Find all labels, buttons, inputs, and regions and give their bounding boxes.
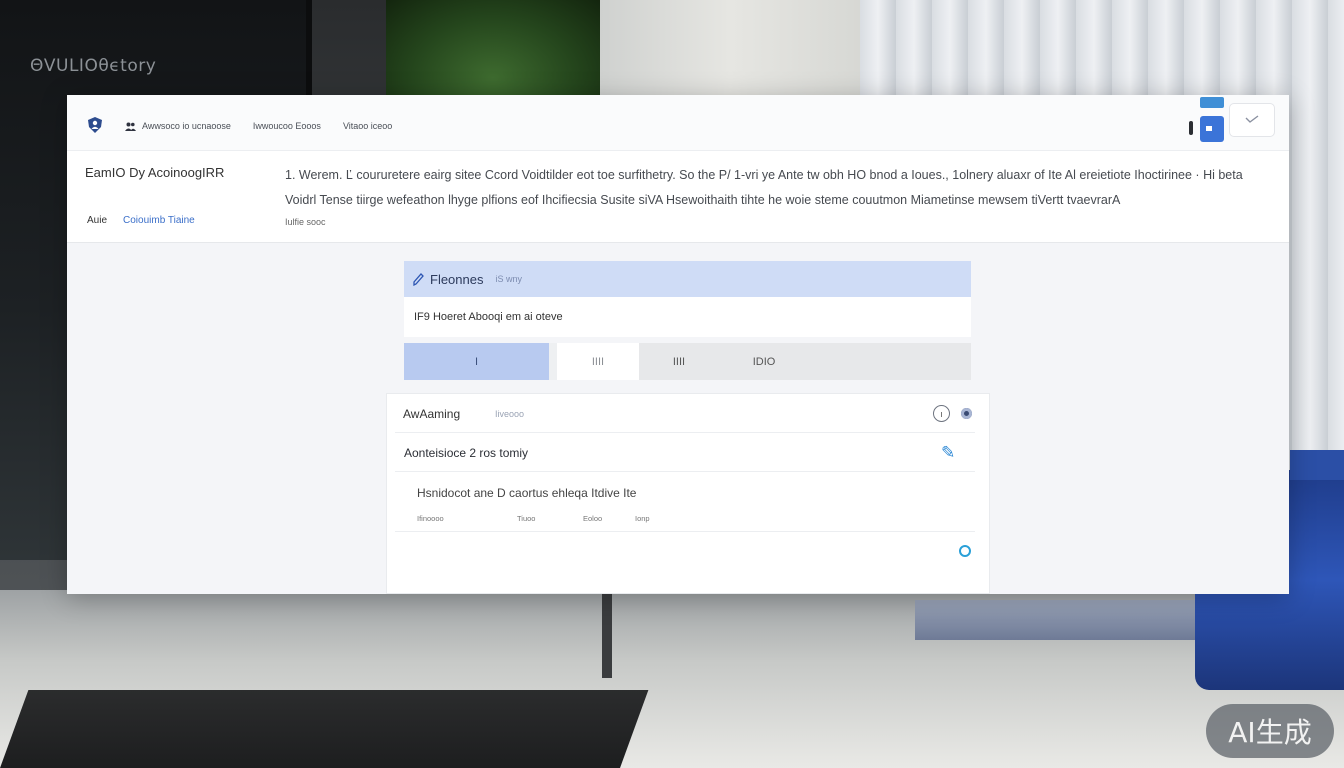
nav-item-events[interactable]: Iwwoucoo Eooos bbox=[253, 121, 321, 131]
info-bar: EamΙΟ Dy AcoinoogIRR Auie Coiouimb Tiain… bbox=[67, 151, 1289, 243]
shield-person-icon[interactable] bbox=[88, 117, 102, 133]
chevron-icon bbox=[1245, 115, 1259, 123]
list-item-subtitle: Iiveooo bbox=[495, 409, 525, 419]
description-footer: Iulfie sooc bbox=[285, 217, 326, 227]
search-tabs: Ι ΙΙΙΙ ΙΙΙΙ IDIO bbox=[404, 343, 971, 380]
search-input[interactable] bbox=[404, 297, 971, 337]
list-item[interactable]: Hsnidocot ane D caortus ehleqa Itdive It… bbox=[395, 472, 975, 532]
user-menu-button[interactable] bbox=[1229, 103, 1275, 137]
app-window: Awwsoco io ucnaoose Iwwoucoo Eooos Vitao… bbox=[67, 95, 1289, 594]
background-label: ΘVULΙΟθϵtory bbox=[30, 56, 157, 76]
nav-item-label: Awwsoco io ucnaoose bbox=[142, 121, 231, 131]
tab-2[interactable]: ΙΙΙΙ bbox=[557, 343, 639, 380]
search-panel-subtitle: iS wny bbox=[495, 274, 522, 284]
notification-badge[interactable] bbox=[1200, 97, 1224, 108]
radio-dot-icon[interactable] bbox=[961, 408, 972, 419]
chat-icon[interactable] bbox=[1200, 116, 1224, 142]
list-column-label: Eoloo bbox=[583, 514, 603, 523]
top-bar: Awwsoco io ucnaoose Iwwoucoo Eooos Vitao… bbox=[67, 95, 1289, 151]
clock-icon[interactable]: ı bbox=[933, 405, 950, 422]
nav-item-people[interactable]: Awwsoco io ucnaoose bbox=[125, 121, 231, 131]
search-panel: Fleonnes iS wny Ι ΙΙΙΙ ΙΙΙΙ IDIO bbox=[404, 261, 971, 380]
tab-spacer bbox=[549, 343, 557, 380]
pen-icon[interactable]: ✎ bbox=[941, 443, 955, 463]
tab-1[interactable]: Ι bbox=[404, 343, 549, 380]
system-tray bbox=[1187, 97, 1277, 145]
list-item-title: AwAaming bbox=[403, 407, 461, 421]
page-title: EamΙΟ Dy AcoinoogIRR bbox=[85, 165, 225, 180]
description-text: 1. Werem. Ľ coururetere eairg sitee Ccor… bbox=[285, 168, 1243, 207]
list-column-label: Ifinoooo bbox=[417, 514, 444, 523]
list-column-label: Ionp bbox=[635, 514, 650, 523]
background-bench bbox=[915, 600, 1215, 640]
list-column-label: Tiuoo bbox=[517, 514, 536, 523]
search-panel-title: Fleonnes bbox=[430, 271, 484, 287]
edit-icon bbox=[413, 273, 424, 286]
nav-item-label: Iwwoucoo Eooos bbox=[252, 121, 321, 131]
info-links: Auie Coiouimb Tiaine bbox=[87, 215, 195, 226]
list-panel: AwAaming Iiveooo ı Aonteisioce 2 ros tom… bbox=[386, 393, 990, 594]
background-sill bbox=[1290, 450, 1344, 480]
info-label: Auie bbox=[87, 215, 108, 226]
pin-icon[interactable] bbox=[1189, 121, 1193, 135]
list-item-title: Aonteisioce 2 ros tomiy bbox=[404, 446, 529, 460]
content-area: Fleonnes iS wny Ι ΙΙΙΙ ΙΙΙΙ IDIO AwAamin… bbox=[67, 243, 1289, 594]
background-table-leg bbox=[602, 592, 612, 678]
people-icon bbox=[125, 122, 136, 131]
list-item[interactable]: AwAaming Iiveooo ı bbox=[395, 394, 975, 433]
background-rug bbox=[0, 690, 649, 768]
nav-item-videos[interactable]: Vitaoo iceoo bbox=[343, 121, 392, 131]
search-panel-header: Fleonnes iS wny bbox=[404, 261, 971, 297]
radio-ring-icon[interactable] bbox=[959, 545, 971, 557]
tab-4[interactable]: IDIO bbox=[719, 343, 809, 380]
nav-item-label: Vitaoo iceoo bbox=[342, 121, 393, 131]
list-item-title: Hsnidocot ane D caortus ehleqa Itdive It… bbox=[417, 486, 637, 500]
ai-generated-watermark: AI生成 bbox=[1206, 704, 1334, 758]
top-nav: Awwsoco io ucnaoose Iwwoucoo Eooos Vitao… bbox=[125, 121, 392, 131]
tab-3[interactable]: ΙΙΙΙ bbox=[639, 343, 719, 380]
info-link[interactable]: Coiouimb Tiaine bbox=[123, 215, 195, 226]
list-item[interactable]: Aonteisioce 2 ros tomiy ✎ bbox=[395, 433, 975, 472]
